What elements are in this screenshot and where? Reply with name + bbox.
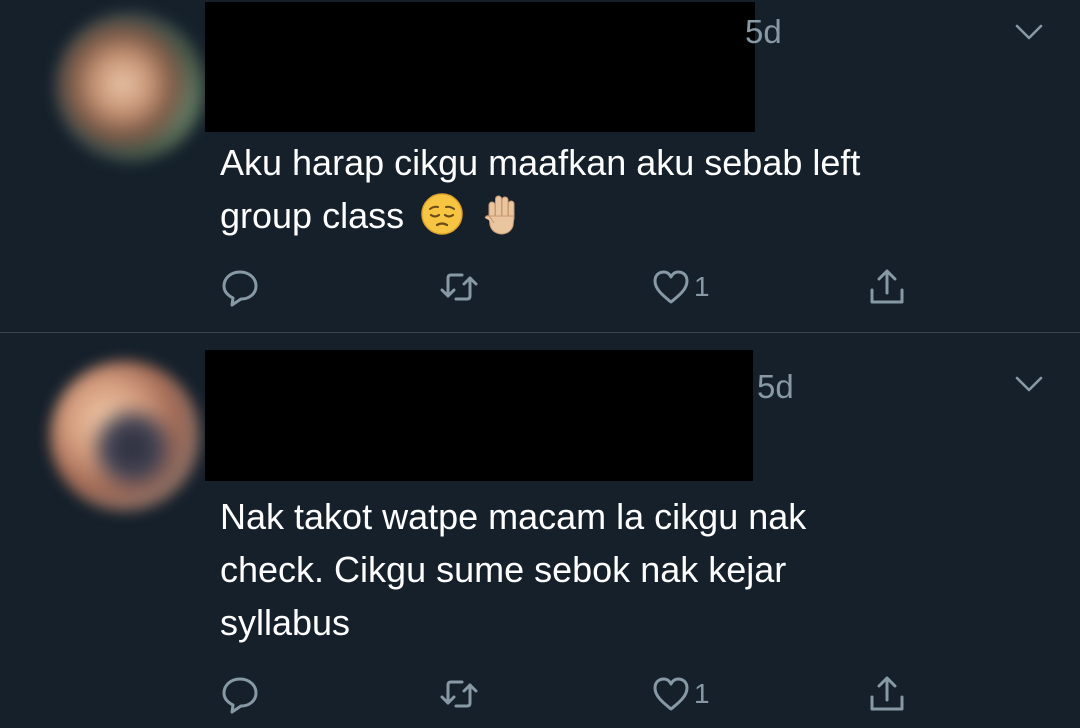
retweet-icon <box>440 273 478 301</box>
avatar[interactable] <box>50 361 200 511</box>
reply-icon <box>222 270 258 307</box>
avatar[interactable] <box>55 12 205 162</box>
share-icon <box>870 676 904 711</box>
reply-button[interactable] <box>219 262 261 312</box>
share-button[interactable] <box>866 669 908 719</box>
tweet-text-line: Aku harap cikgu maafkan aku sebab left <box>220 142 861 183</box>
share-button[interactable] <box>866 262 908 312</box>
raised-hand-icon <box>484 195 515 235</box>
retweet-button[interactable] <box>438 669 480 719</box>
share-icon <box>870 269 904 304</box>
tweet[interactable]: 5d Nak takot watpe macam la cikgu nak ch… <box>0 333 1080 728</box>
heart-icon <box>653 270 689 304</box>
tweet-text: Nak takot watpe macam la cikgu nak check… <box>220 490 1020 649</box>
reply-button[interactable] <box>219 669 261 719</box>
tweet-text: Aku harap cikgu maafkan aku sebab left g… <box>220 136 1020 242</box>
tweet[interactable]: 5d Aku harap cikgu maafkan aku sebab lef… <box>0 0 1080 332</box>
like-count: 1 <box>694 678 710 709</box>
redacted-username-block <box>205 2 755 132</box>
like-button[interactable]: 1 <box>650 262 710 312</box>
tweet-text-line: check. Cikgu sume sebok nak kejar <box>220 549 787 590</box>
retweet-icon <box>440 680 478 708</box>
tweet-text-line: syllabus <box>220 602 351 643</box>
tweet-timestamp[interactable]: 5d <box>757 370 794 403</box>
tweet-actions: 1 <box>0 669 1080 719</box>
redacted-username-block <box>205 350 753 481</box>
like-button[interactable]: 1 <box>650 669 710 719</box>
tweet-timestamp[interactable]: 5d <box>745 15 782 48</box>
chevron-down-icon[interactable] <box>1014 22 1044 42</box>
retweet-button[interactable] <box>438 262 480 312</box>
chevron-down-icon[interactable] <box>1014 374 1044 394</box>
tweet-text-line: Nak takot watpe macam la cikgu nak <box>220 496 807 537</box>
pensive-face-icon <box>421 193 463 235</box>
like-count: 1 <box>694 271 710 302</box>
tweet-text-line: group class <box>220 195 405 236</box>
reply-icon <box>222 677 258 714</box>
tweet-text-line-with-emoji: group class <box>220 189 1020 242</box>
tweet-actions: 1 <box>0 262 1080 312</box>
heart-icon <box>653 677 689 711</box>
